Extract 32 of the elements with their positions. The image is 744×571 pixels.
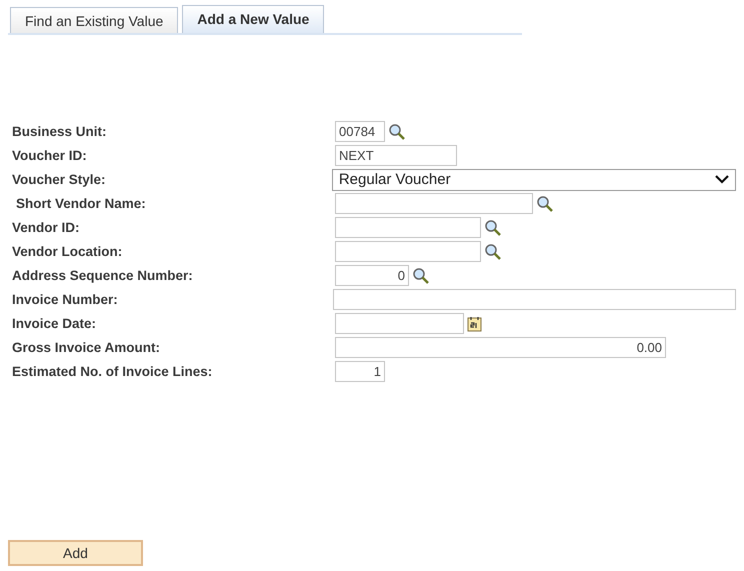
calendar-icon[interactable] [467, 316, 482, 332]
dropdown[interactable]: Regular Voucher [332, 168, 736, 190]
search-icon[interactable] [484, 218, 502, 236]
field-label: Invoice Date: [11, 316, 98, 331]
add-button[interactable]: Add [8, 540, 143, 566]
search-icon[interactable] [536, 194, 554, 212]
input-field[interactable]: 0.00 [335, 337, 666, 358]
field-label: Business Unit: [11, 124, 108, 139]
input-field[interactable] [335, 241, 481, 262]
field-label: Invoice Number: [11, 292, 119, 307]
input-field[interactable]: 0 [335, 265, 409, 286]
field-label: Vendor Location: [11, 244, 124, 259]
input-field[interactable]: 00784 [335, 121, 385, 142]
input-field[interactable]: NEXT [335, 145, 457, 166]
field-label: Estimated No. of Invoice Lines: [11, 364, 214, 379]
field-label: Voucher Style: [11, 172, 107, 187]
field-label: Short Vendor Name: [15, 196, 147, 211]
search-icon[interactable] [388, 122, 406, 140]
input-field[interactable]: 1 [335, 361, 385, 382]
input-field[interactable] [335, 193, 533, 214]
input-field[interactable] [333, 289, 736, 310]
chevron-icon [715, 175, 729, 184]
field-label: Vendor ID: [11, 220, 81, 235]
search-icon[interactable] [412, 266, 430, 284]
field-label: Gross Invoice Amount: [11, 340, 162, 355]
tab[interactable]: Find an Existing Value [10, 7, 178, 33]
tab[interactable]: Add a New Value [182, 5, 324, 33]
input-field[interactable] [335, 313, 464, 334]
search-icon[interactable] [484, 242, 502, 260]
field-label: Address Sequence Number: [11, 268, 194, 283]
input-field[interactable] [335, 217, 481, 238]
field-label: Voucher ID: [11, 148, 88, 163]
